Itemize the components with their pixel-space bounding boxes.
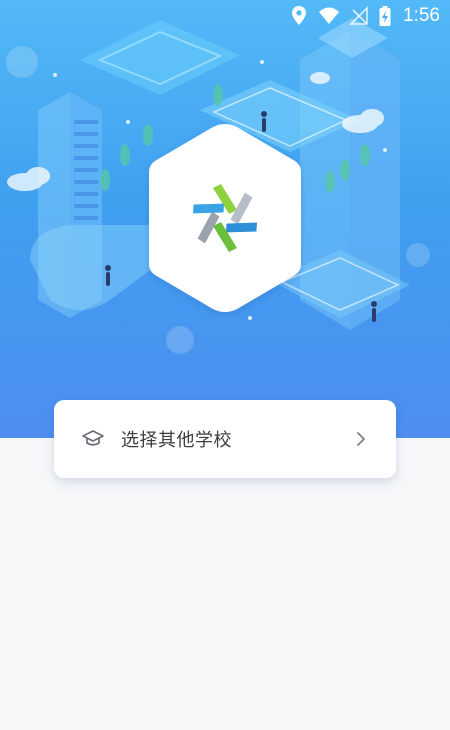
select-other-school-label: 选择其他学校 <box>121 430 232 451</box>
select-other-school-button[interactable]: 选择其他学校 <box>54 400 396 478</box>
chevron-right-icon <box>357 432 365 446</box>
school-logo-badge <box>149 124 301 312</box>
status-bar: 1:56 <box>289 0 450 32</box>
graduation-cap-icon <box>82 430 104 446</box>
location-icon <box>292 6 307 25</box>
no-signal-icon <box>349 6 368 25</box>
hero-banner: 1:56 <box>0 0 450 438</box>
status-time: 1:56 <box>403 5 440 26</box>
wifi-icon <box>319 7 340 24</box>
battery-charging-icon <box>379 6 391 26</box>
